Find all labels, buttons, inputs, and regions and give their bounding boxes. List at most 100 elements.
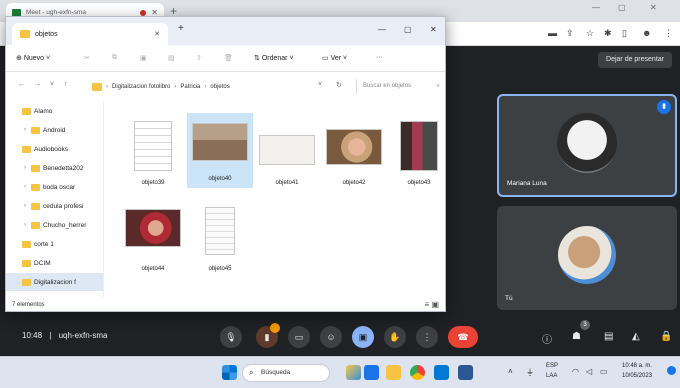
copy-icon[interactable]: ⧉ [112,54,117,62]
avatar [558,226,616,284]
leave-call-button[interactable]: ☎ [448,326,478,348]
usb-icon[interactable]: ⏚ [526,367,534,378]
nav-item[interactable]: Audiobooks [6,140,103,158]
file-item[interactable]: objeto43 [386,117,452,192]
file-explorer-icon[interactable] [386,365,401,380]
refresh-icon[interactable]: ↻ [336,81,342,89]
reactions-button[interactable]: ☺ [320,326,342,348]
start-icon[interactable] [222,365,237,380]
volume-icon[interactable]: ◁ [586,367,592,376]
view-toggle[interactable]: ≡ ▣ [425,300,439,309]
view-button-label: Ver [330,55,342,62]
chevron-right-icon[interactable]: › [22,127,28,133]
up-arrow-icon[interactable]: ↑ [64,81,68,88]
tray-chevron-up-icon[interactable]: ˄ [508,367,513,376]
view-button[interactable]: ▭ Ver ˅ [322,54,347,62]
close-window-icon[interactable]: ✕ [430,25,437,34]
chat-icon[interactable]: ▤ [604,331,613,342]
wifi-icon[interactable]: ◠ [572,367,579,376]
file-item[interactable]: objeto41 [254,117,320,192]
chevron-right-icon[interactable]: › [22,222,28,228]
cast-icon[interactable]: ▬ [548,28,557,38]
nav-item[interactable]: › boda oscar [6,178,103,196]
participant-tile-mariana[interactable]: ▮ Mariana Luna [497,94,677,197]
language-indicator[interactable]: ESP [546,363,558,369]
widgets-icon[interactable] [346,365,361,380]
details-view-icon[interactable]: ≡ [425,300,430,309]
search-input[interactable]: Buscar en objetos ⌕ [356,79,442,94]
browser-menu-icon[interactable]: ⋮ [664,28,673,39]
sidepanel-icon[interactable]: ▯ [622,28,627,39]
people-icon[interactable]: ☗ [572,331,581,342]
share-icon[interactable]: ⇪ [196,54,202,62]
new-button[interactable]: ⊕ Nuevo ˅ [16,54,50,62]
notifications-icon[interactable] [667,366,676,375]
extensions-icon[interactable]: ✱ [604,28,612,39]
nav-item[interactable]: Alamo [6,102,103,120]
photos-icon[interactable] [458,365,473,380]
file-item[interactable]: objeto45 [187,203,253,278]
nav-item-selected[interactable]: Digitalizacion f [6,273,103,291]
more-options-button[interactable]: ⋮ [416,326,438,348]
breadcrumb-item[interactable]: Patricia [180,84,200,90]
nav-item[interactable]: corte 1 [6,235,103,253]
chevron-right-icon[interactable]: › [22,203,28,209]
delete-icon[interactable]: 🗑 [224,54,233,62]
paste-icon[interactable]: ▣ [140,54,147,62]
more-vertical-icon: ⋮ [422,332,432,342]
host-controls-icon[interactable]: 🔒 [660,331,672,342]
battery-icon[interactable]: ▭ [600,367,608,376]
chrome-icon[interactable] [410,365,425,380]
breadcrumb-item[interactable]: objetos [210,84,229,90]
file-item[interactable]: objeto42 [321,117,387,192]
file-thumbnail [205,207,235,255]
new-tab-button[interactable]: + [178,23,184,34]
nav-item[interactable]: DCIM [6,254,103,272]
breadcrumb[interactable]: › Digitalizacion fotolibro › Patricia › … [92,80,342,94]
maximize-icon[interactable]: ▢ [618,3,626,12]
nav-item[interactable]: › Chucho_herrer [6,216,103,234]
microphone-button[interactable]: 🎙 [220,326,242,348]
file-item-selected[interactable]: objeto40 [187,113,253,188]
close-tab-icon[interactable]: ✕ [154,30,160,38]
nav-item[interactable]: › Android [6,121,103,139]
file-item[interactable]: objeto39 [120,117,186,192]
taskbar-search[interactable]: ⌕ Búsqueda [242,364,330,382]
rename-icon[interactable]: ▤ [168,54,175,62]
forward-arrow-icon[interactable]: → [34,81,41,88]
share-icon[interactable]: ⇪ [566,28,574,39]
history-dropdown-icon[interactable]: ˅ [318,81,322,88]
meeting-details-icon[interactable]: ⓘ [542,331,552,346]
file-name: objeto43 [407,180,431,186]
profile-avatar-icon[interactable]: ☻ [642,28,651,38]
file-item[interactable]: objeto44 [120,203,186,278]
participant-tile-self[interactable]: Tú [497,206,677,310]
camera-button[interactable]: ▮ [256,323,280,348]
close-window-icon[interactable]: ✕ [650,3,657,12]
maximize-icon[interactable]: ▢ [404,25,412,34]
tiles-view-icon[interactable]: ▣ [431,300,439,309]
bookmark-star-icon[interactable]: ☆ [586,28,594,39]
clock-time[interactable]: 10:48 a. m. [622,363,652,369]
more-options-button[interactable]: ··· [376,54,383,61]
cut-icon[interactable]: ✂ [84,54,90,62]
back-arrow-icon[interactable]: ← [18,81,25,88]
breadcrumb-item[interactable]: Digitalizacion fotolibro [112,84,170,90]
store-icon[interactable] [434,365,449,380]
minimize-icon[interactable]: — [592,3,600,12]
sort-button[interactable]: ⇅ Ordenar ˅ [254,54,294,62]
chevron-down-icon[interactable]: ˅ [50,81,54,88]
nav-item[interactable]: › Benedetta202 [6,159,103,177]
chevron-right-icon[interactable]: › [22,184,28,190]
activities-icon[interactable]: ◭ [632,331,640,342]
nav-item[interactable]: › cedula profesi [6,197,103,215]
file-name: objeto42 [342,180,366,186]
stop-presenting-button[interactable]: Dejar de presentar [598,52,672,68]
chevron-right-icon[interactable]: › [22,165,28,171]
explorer-tab-objetos[interactable]: objetos ✕ [12,23,168,45]
minimize-icon[interactable]: — [378,25,386,34]
present-screen-button[interactable]: ▣ [352,326,374,348]
captions-button[interactable]: ▭ [288,326,310,348]
raise-hand-button[interactable]: ✋ [384,326,406,348]
task-view-icon[interactable] [364,365,379,380]
